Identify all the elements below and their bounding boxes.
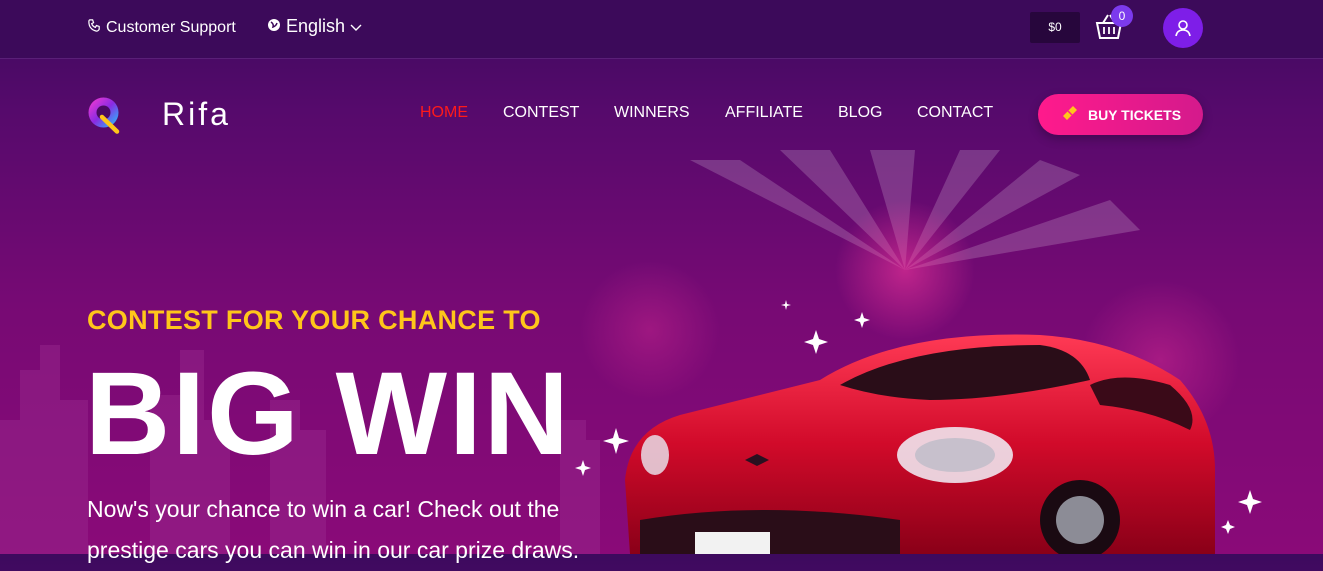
hero-headline: BIG WIN xyxy=(85,348,571,480)
nav-contest[interactable]: CONTEST xyxy=(503,104,579,122)
nav-contact[interactable]: CONTACT xyxy=(917,104,993,122)
nav-home[interactable]: HOME xyxy=(420,104,468,122)
glow xyxy=(835,200,975,340)
globe-icon xyxy=(267,16,281,37)
nav-winners[interactable]: WINNERS xyxy=(614,104,690,122)
red-sports-car xyxy=(625,334,1215,554)
hero-eyebrow: CONTEST FOR YOUR CHANCE TO xyxy=(87,305,541,335)
ticket-icon xyxy=(1060,103,1080,126)
chevron-down-icon xyxy=(350,16,362,37)
user-account-button[interactable] xyxy=(1163,8,1203,48)
balance-display[interactable]: $0 xyxy=(1030,12,1080,43)
brand-name: Rifa xyxy=(162,96,231,132)
logo-mark xyxy=(88,97,120,134)
nav-affiliate[interactable]: AFFILIATE xyxy=(725,104,803,122)
customer-support-link[interactable]: Customer Support xyxy=(87,18,236,38)
buy-tickets-button[interactable]: BUY TICKETS xyxy=(1038,94,1203,135)
customer-support-label: Customer Support xyxy=(106,19,236,36)
buy-tickets-label: BUY TICKETS xyxy=(1087,106,1182,123)
language-selector[interactable]: English xyxy=(267,16,362,37)
top-bar: Customer Support English $0 0 xyxy=(0,0,1323,59)
hero-description: Now's your chance to win a car! Check ou… xyxy=(87,496,580,563)
language-label: English xyxy=(286,16,346,36)
user-icon xyxy=(1175,20,1191,37)
cart-count-badge: 0 xyxy=(1111,5,1133,27)
nav-blog[interactable]: BLOG xyxy=(838,104,882,122)
phone-icon xyxy=(87,18,102,38)
